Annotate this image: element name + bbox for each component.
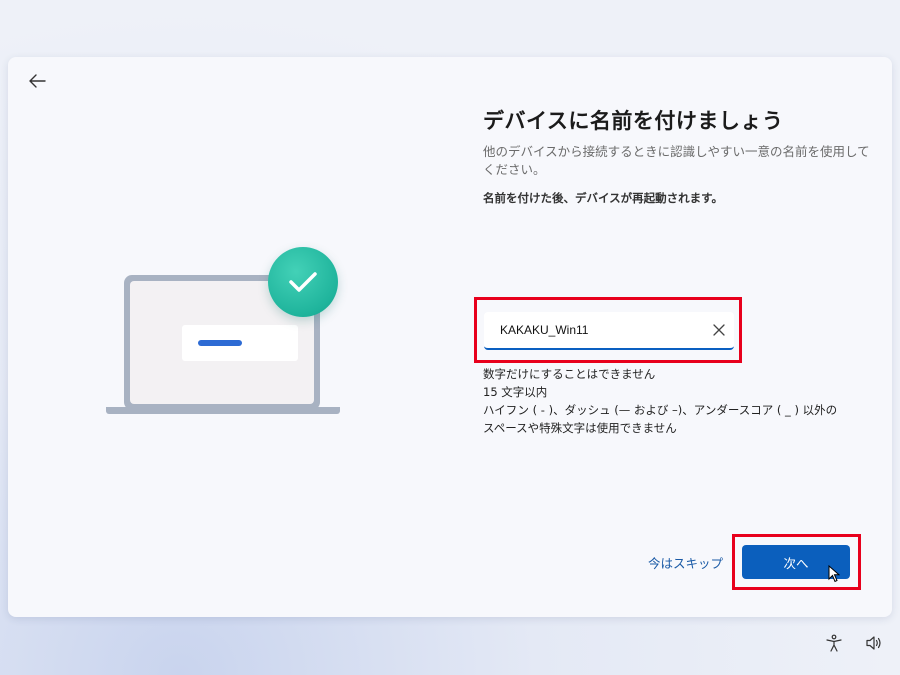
rule-item: 数字だけにすることはできません [483, 367, 656, 381]
restart-notice: 名前を付けた後、デバイスが再起動されます。 [483, 191, 724, 205]
device-name-field[interactable] [484, 312, 734, 350]
setup-card: デバイスに名前を付けましょう 他のデバイスから接続するときに認識しやすい一意の名… [8, 57, 892, 617]
rule-item: 15 文字以内 [483, 385, 548, 399]
close-icon[interactable] [710, 321, 728, 339]
mouse-pointer-icon [828, 564, 841, 587]
checkmark-icon [268, 247, 338, 317]
rule-item: スペースや特殊文字は使用できません [483, 421, 677, 435]
skip-button[interactable]: 今はスキップ [648, 553, 723, 572]
accessibility-icon[interactable] [824, 633, 844, 653]
rule-item: ハイフン ( - )、ダッシュ (— および –)、アンダースコア ( _ ) … [483, 403, 838, 417]
page-title: デバイスに名前を付けましょう [483, 109, 784, 133]
laptop-illustration [106, 247, 351, 422]
laptop-base [106, 407, 340, 414]
illustration-input-line [198, 340, 242, 346]
page-subtitle: 他のデバイスから接続するときに認識しやすい一意の名前を使用してください。 [483, 144, 870, 177]
illustration-input [182, 325, 298, 361]
device-name-input[interactable] [500, 312, 700, 348]
naming-rules: 数字だけにすることはできません 15 文字以内 ハイフン ( - )、ダッシュ … [483, 365, 873, 437]
back-arrow-icon[interactable] [22, 69, 52, 93]
volume-icon[interactable] [864, 633, 884, 653]
